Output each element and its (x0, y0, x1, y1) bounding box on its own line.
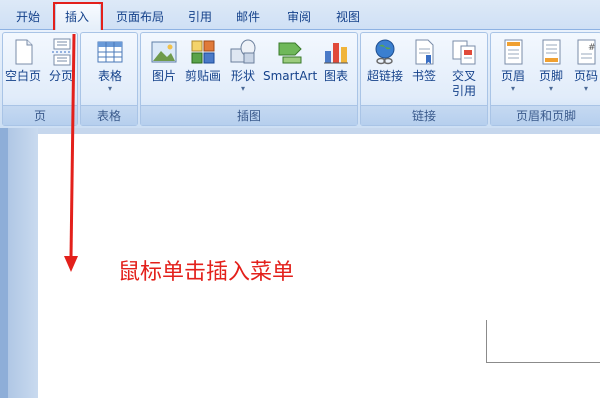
pages-group: 空白页 分页 页 (2, 32, 78, 126)
page-break-button[interactable]: 分页 (45, 37, 77, 84)
shapes-icon (230, 39, 256, 64)
links-group-label: 链接 (361, 105, 487, 125)
tab-review[interactable]: 审阅 (287, 8, 311, 25)
picture-label: 图片 (151, 69, 176, 83)
footer-label: 页脚 (538, 69, 563, 83)
tab-mailings[interactable]: 邮件 (236, 8, 260, 25)
picture-icon (151, 41, 177, 63)
table-button[interactable]: 表格 ▾ (93, 37, 127, 94)
page-margin-mark-vertical (486, 320, 487, 362)
bookmark-label: 书签 (411, 69, 436, 83)
blank-page-label: 空白页 (5, 69, 42, 83)
bookmark-icon (415, 39, 434, 65)
header-footer-group: 页眉 ▾ 页脚 ▾ # 页码 ▾ 页眉和页脚 (490, 32, 600, 126)
document-left-gutter (0, 128, 38, 398)
tables-group-label: 表格 (81, 105, 137, 125)
table-icon (97, 41, 123, 63)
annotation-text: 鼠标单击插入菜单 (118, 260, 295, 285)
picture-button[interactable]: 图片 (147, 37, 181, 84)
footer-dropdown-icon: ▾ (548, 84, 553, 93)
hyperlink-label: 超链接 (366, 69, 403, 83)
globe-link-icon (375, 39, 395, 65)
clip-art-button[interactable]: 剪贴画 (183, 37, 223, 84)
page-break-icon (52, 38, 72, 66)
shapes-label: 形状 (230, 69, 255, 83)
ribbon: 空白页 分页 页 表格 ▾ 表格 图片 剪贴画 形状 ▾ SmartArt 图表… (0, 30, 600, 128)
links-group: 超链接 书签 交叉 引用 链接 (360, 32, 488, 126)
blank-page-icon (15, 39, 33, 65)
shapes-button[interactable]: 形状 ▾ (225, 37, 261, 94)
chart-button[interactable]: 图表 (319, 37, 353, 84)
footer-button[interactable]: 页脚 ▾ (533, 37, 569, 94)
page-number-button[interactable]: # 页码 ▾ (571, 37, 600, 94)
page-break-label: 分页 (48, 69, 73, 83)
illustrations-group-label: 插图 (141, 105, 357, 125)
tab-page-layout[interactable]: 页面布局 (116, 8, 164, 25)
header-footer-group-label: 页眉和页脚 (491, 105, 600, 125)
blank-page-button[interactable]: 空白页 (5, 37, 41, 84)
tab-view[interactable]: 视图 (336, 8, 360, 25)
header-button[interactable]: 页眉 ▾ (495, 37, 531, 94)
table-dropdown-icon: ▾ (107, 84, 112, 93)
gutter-stripe (0, 128, 8, 398)
page-number-label: 页码 (573, 69, 598, 83)
hyperlink-button[interactable]: 超链接 (365, 37, 405, 84)
bookmark-button[interactable]: 书签 (407, 37, 441, 84)
clip-art-icon (191, 40, 215, 64)
page-number-dropdown-icon: ▾ (583, 84, 588, 93)
clip-art-label: 剪贴画 (184, 69, 221, 83)
smartart-label: SmartArt (263, 69, 318, 83)
chart-label: 图表 (323, 69, 348, 83)
insert-tab-highlight-box (53, 2, 103, 32)
page-margin-mark-horizontal (486, 362, 600, 363)
tab-home[interactable]: 开始 (16, 8, 40, 25)
illustrations-group: 图片 剪贴画 形状 ▾ SmartArt 图表 插图 (140, 32, 358, 126)
chart-icon (324, 43, 348, 64)
shapes-dropdown-icon: ▾ (240, 84, 245, 93)
header-label: 页眉 (500, 69, 525, 83)
tables-group: 表格 ▾ 表格 (80, 32, 138, 126)
header-icon (504, 39, 523, 65)
smartart-button[interactable]: SmartArt (263, 37, 317, 84)
svg-text:#: # (588, 43, 596, 53)
smartart-icon (278, 42, 302, 64)
cross-reference-button[interactable]: 交叉 引用 (445, 37, 483, 99)
pages-group-label: 页 (3, 105, 77, 125)
table-label: 表格 (97, 69, 122, 83)
footer-icon (542, 39, 561, 65)
cross-reference-label-line1: 交叉 (451, 69, 476, 83)
ribbon-tab-bar: 开始 插入 页面布局 引用 邮件 审阅 视图 (0, 0, 600, 32)
tab-references[interactable]: 引用 (188, 8, 212, 25)
header-dropdown-icon: ▾ (510, 84, 515, 93)
cross-reference-icon (452, 40, 476, 65)
page-number-icon: # (577, 39, 596, 65)
cross-reference-label-line2: 引用 (451, 84, 476, 98)
